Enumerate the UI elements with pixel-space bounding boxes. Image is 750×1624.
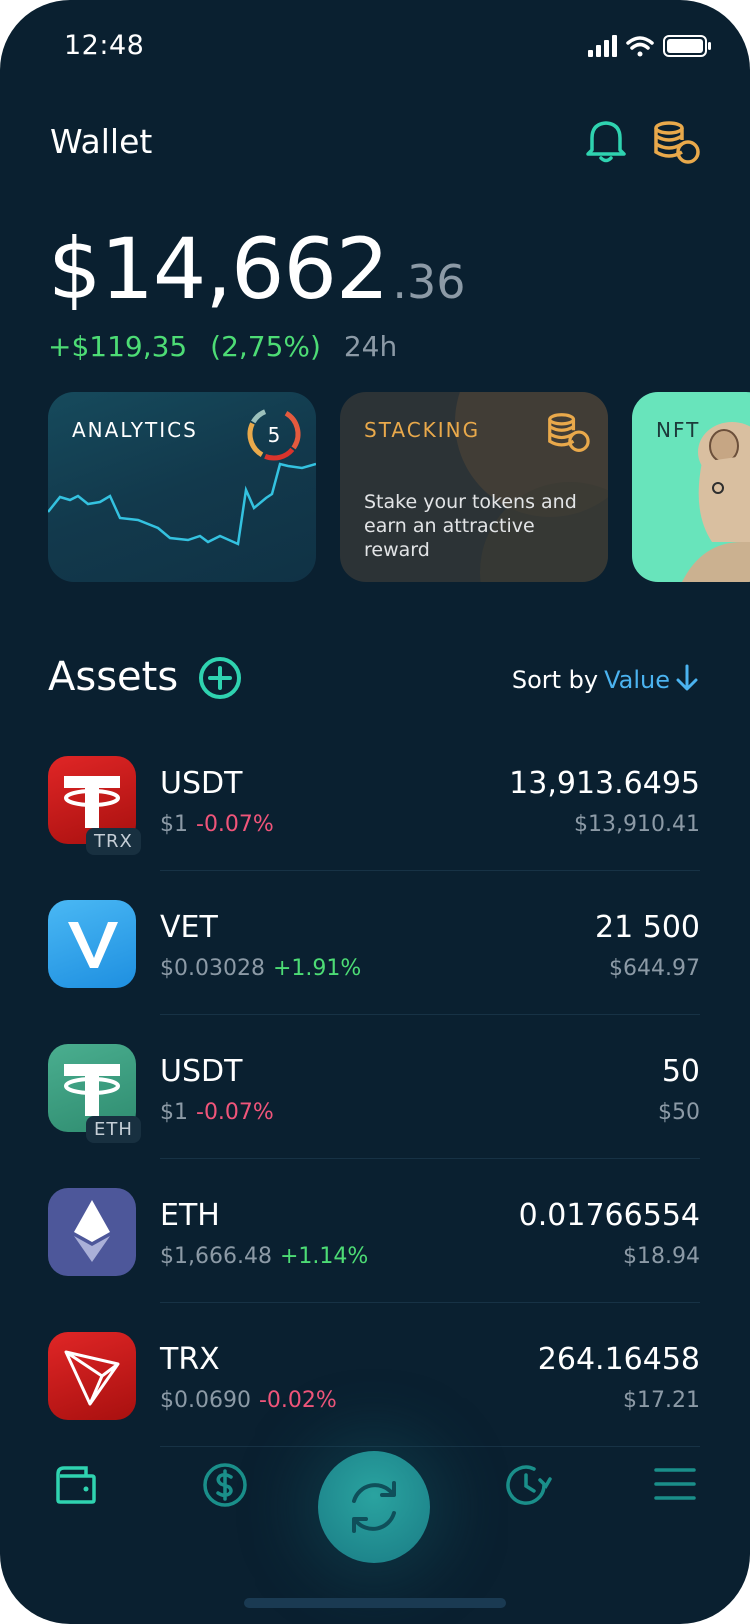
change-period: 24h [343, 330, 398, 363]
analytics-label: ANALYTICS [72, 418, 198, 442]
asset-row[interactable]: TRX USDT $1 -0.07% 13,913.6495 $13,910.41 [48, 756, 700, 900]
chain-badge: TRX [86, 828, 141, 855]
dollar-icon[interactable] [202, 1462, 248, 1512]
wifi-icon [626, 36, 654, 57]
sort-value[interactable]: Value [604, 666, 670, 694]
analytics-count: 5 [268, 423, 281, 447]
asset-price: $0.03028 +1.91% [160, 956, 361, 981]
asset-fiat-value: $644.97 [609, 956, 700, 981]
total-balance: $14,662.36 [48, 220, 466, 318]
asset-unit-price: $1 [160, 1100, 188, 1125]
asset-price: $1,666.48 +1.14% [160, 1244, 368, 1269]
asset-change: -0.07% [196, 812, 274, 837]
asset-unit-price: $0.03028 [160, 956, 265, 981]
row-divider [160, 1302, 700, 1303]
asset-price: $0.0690 -0.02% [160, 1388, 337, 1413]
eth-logo-icon [48, 1188, 136, 1276]
asset-amount: 0.01766554 [518, 1198, 700, 1233]
home-indicator [244, 1598, 506, 1608]
phone-screen: 12:48 Wallet $14,662.36 +$119,35 (2,75%)… [0, 0, 750, 1624]
change-percent: (2,75%) [210, 330, 321, 363]
add-asset-button[interactable] [198, 656, 242, 704]
status-time: 12:48 [64, 30, 145, 61]
signal-icon [588, 35, 617, 57]
asset-fiat-value: $50 [658, 1100, 700, 1125]
asset-change: -0.07% [196, 1100, 274, 1125]
menu-icon[interactable] [654, 1466, 696, 1506]
asset-fiat-value: $13,910.41 [574, 812, 700, 837]
stacking-card[interactable]: STACKING Stake your tokens and earn an a… [340, 392, 608, 582]
trx-logo-icon [48, 1332, 136, 1420]
asset-fiat-value: $17.21 [623, 1388, 700, 1413]
sort-label: Sort by [511, 666, 599, 694]
asset-name: USDT [160, 1054, 243, 1089]
asset-unit-price: $0.0690 [160, 1388, 251, 1413]
chain-badge: ETH [86, 1116, 141, 1143]
asset-amount: 21 500 [595, 910, 700, 945]
row-divider [160, 1446, 700, 1447]
page-title: Wallet [50, 122, 153, 161]
swap-button[interactable] [318, 1451, 430, 1563]
analytics-card[interactable]: ANALYTICS 5 [48, 392, 316, 582]
row-divider [160, 870, 700, 871]
coins-icon[interactable] [652, 120, 700, 170]
analytics-sparkline [48, 462, 316, 546]
coins-icon [546, 412, 590, 458]
sort-control[interactable]: Sort by Value [512, 664, 698, 698]
history-icon[interactable] [504, 1462, 552, 1512]
arrow-down-icon [676, 664, 698, 698]
status-icons [588, 32, 712, 66]
asset-amount: 50 [661, 1054, 700, 1089]
asset-name: ETH [160, 1198, 220, 1233]
asset-change: +1.14% [279, 1244, 369, 1269]
asset-price: $1 -0.07% [160, 812, 274, 837]
asset-name: USDT [160, 766, 243, 801]
balance-cents: .36 [392, 255, 466, 309]
asset-amount: 264.16458 [537, 1342, 700, 1377]
balance-change: +$119,35 (2,75%) 24h [48, 330, 397, 363]
nft-ape-image [682, 422, 750, 582]
stacking-label: STACKING [364, 418, 481, 442]
stacking-description: Stake your tokens and earn an attractive… [364, 491, 577, 561]
asset-amount: 13,913.6495 [509, 766, 700, 801]
plus-circle-icon [199, 657, 241, 699]
asset-name: TRX [160, 1342, 220, 1377]
asset-row[interactable]: ETH USDT $1 -0.07% 50 $50 [48, 1044, 700, 1188]
balance-main: $14,662 [48, 220, 389, 318]
asset-change: +1.91% [272, 956, 362, 981]
vet-logo-icon [48, 900, 136, 988]
bell-icon[interactable] [584, 118, 628, 168]
asset-change: -0.02% [258, 1388, 337, 1413]
nft-card[interactable]: NFT [632, 392, 750, 582]
asset-unit-price: $1,666.48 [160, 1244, 272, 1269]
row-divider [160, 1158, 700, 1159]
asset-fiat-value: $18.94 [623, 1244, 700, 1269]
wallet-icon[interactable] [54, 1464, 98, 1510]
asset-row[interactable]: VET $0.03028 +1.91% 21 500 $644.97 [48, 900, 700, 1044]
swap-icon [352, 1481, 396, 1533]
asset-name: VET [160, 910, 218, 945]
battery-icon [663, 35, 711, 57]
asset-price: $1 -0.07% [160, 1100, 274, 1125]
asset-row[interactable]: ETH $1,666.48 +1.14% 0.01766554 $18.94 [48, 1188, 700, 1332]
row-divider [160, 1014, 700, 1015]
assets-title: Assets [48, 654, 179, 700]
asset-unit-price: $1 [160, 812, 188, 837]
change-amount: +$119,35 [48, 330, 188, 363]
